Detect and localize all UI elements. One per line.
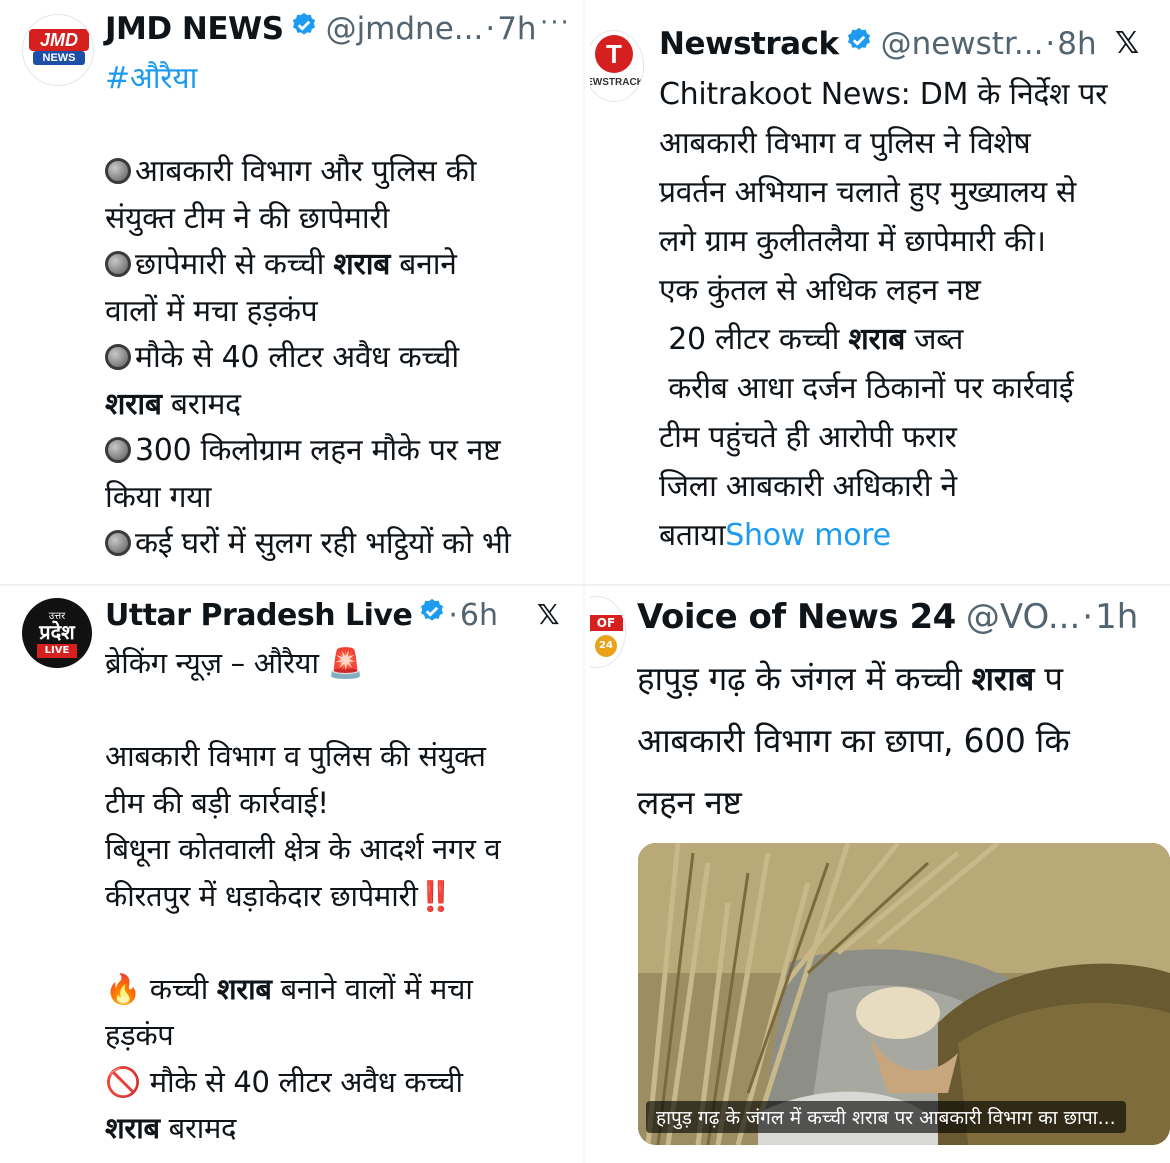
- panel-divider-horizontal: [0, 584, 1170, 586]
- raid-photo: [638, 843, 1170, 1145]
- prohibited-icon: 🚫: [105, 1064, 141, 1099]
- more-options-icon[interactable]: ···: [540, 8, 571, 38]
- text-line: 🚫 मौके से 40 लीटर अवैध कच्ची: [105, 1064, 463, 1099]
- text-line: करीब आधा दर्जन ठिकानों पर कार्रवाई: [659, 371, 1074, 406]
- tweet-jmd-news[interactable]: JMD NEWS JMD NEWS @jmdne... · 7h ··· #और…: [0, 0, 578, 580]
- text-line: बिधूना कोतवाली क्षेत्र के आदर्श नगर व: [105, 832, 501, 866]
- author-handle[interactable]: @newstr...: [881, 26, 1044, 62]
- avatar-uttar-pradesh-live[interactable]: उत्तर प्रदेश LIVE: [22, 598, 92, 668]
- show-more-link[interactable]: Show more: [725, 518, 891, 553]
- text-line: वालों में मचा हड़कंप: [105, 293, 318, 329]
- author-handle[interactable]: @jmdne...: [326, 11, 484, 47]
- text-line: कीरतपुर में धड़ाकेदार छापेमारी‼️: [105, 878, 454, 913]
- avatar-newstrack[interactable]: T EWSTRACK: [590, 30, 644, 102]
- text-line: बतायाShow more: [659, 518, 891, 553]
- tweet-header: Newstrack @newstr... · 8h: [659, 25, 1097, 63]
- text-line: 🔥 कच्ची शराब बनाने वालों में मचा: [105, 971, 473, 1006]
- text-line: टीम की बड़ी कार्रवाई!: [105, 785, 329, 820]
- text-line: छापेमारी से कच्ची शराब बनाने: [105, 242, 510, 289]
- post-time[interactable]: 7h: [497, 11, 536, 47]
- avatar-jmd-logo: JMD: [29, 29, 89, 51]
- grey-circle-icon: [105, 437, 131, 463]
- post-time[interactable]: 6h: [460, 598, 498, 633]
- avatar-newstrack-text: EWSTRACK: [590, 77, 644, 88]
- author-name[interactable]: Voice of News 24: [637, 597, 956, 637]
- separator-dot: ·: [1045, 26, 1056, 62]
- text-line: Chitrakoot News: DM के निर्देश पर: [659, 77, 1108, 112]
- text-line: 20 लीटर कच्ची शराब जब्त: [659, 322, 964, 357]
- post-time[interactable]: 1h: [1095, 597, 1138, 637]
- x-logo-icon[interactable]: 𝕏: [537, 598, 560, 631]
- author-name[interactable]: Uttar Pradesh Live: [105, 598, 413, 633]
- tweet-body: #औरैया आबकारी विभाग और पुलिस की संयुक्त …: [105, 56, 511, 568]
- text-line: कई घरों में सुलग रही भट्ठियों को भी: [105, 521, 511, 568]
- avatar-up-main: प्रदेश: [39, 620, 75, 644]
- text-line: आबकारी विभाग व पुलिस ने विशेष: [659, 126, 1031, 161]
- text-line: हापुड़ गढ़ के जंगल में कच्ची शराब प: [637, 659, 1063, 698]
- text-line: आबकारी विभाग और पुलिस की: [105, 149, 510, 196]
- tweet-header: JMD NEWS @jmdne... · 7h: [105, 10, 537, 48]
- text-line: टीम पहुंचते ही आरोपी फरार: [659, 420, 957, 455]
- author-handle[interactable]: @VO...: [966, 597, 1080, 637]
- grey-circle-icon: [105, 344, 131, 370]
- separator-dot: ·: [448, 597, 458, 633]
- post-time[interactable]: 8h: [1057, 26, 1096, 62]
- avatar-von-sub: 24: [595, 635, 617, 657]
- text-line: लगे ग्राम कुलीतलैया में छापेमारी की।: [659, 224, 1046, 259]
- grey-circle-icon: [105, 158, 131, 184]
- text-line: एक कुंतल से अधिक लहन नष्ट: [659, 273, 981, 308]
- tweet-body: Chitrakoot News: DM के निर्देश पर आबकारी…: [659, 70, 1107, 560]
- tweet-media-image[interactable]: हापुड़ गढ़ के जंगल में कच्ची शराब पर आबक…: [638, 843, 1170, 1145]
- tweet-newstrack[interactable]: T EWSTRACK Newstrack @newstr... · 8h 𝕏 C…: [590, 0, 1170, 572]
- tweet-header: Voice of News 24 @VO... · 1h: [637, 596, 1138, 638]
- text-line: शराब बरामद: [105, 1111, 237, 1145]
- text-line: मौके से 40 लीटर अवैध कच्ची: [105, 335, 510, 382]
- tweet-voice-of-news-24[interactable]: OF 24 Voice of News 24 @VO... · 1h हापुड…: [590, 580, 1170, 1163]
- media-caption: हापुड़ गढ़ के जंगल में कच्ची शराब पर आबक…: [646, 1101, 1126, 1133]
- verified-badge-icon: [418, 597, 446, 633]
- verified-badge-icon: [290, 11, 318, 47]
- text-line: 300 किलोग्राम लहन मौके पर नष्ट: [105, 428, 510, 475]
- x-logo-icon[interactable]: 𝕏: [1115, 26, 1139, 61]
- panel-divider-vertical: [583, 0, 585, 1163]
- text-line: शराब बरामद: [105, 386, 241, 422]
- tweet-header: Uttar Pradesh Live · 6h: [105, 596, 498, 634]
- double-exclamation-icon: ‼️: [417, 878, 454, 913]
- text-line: प्रवर्तन अभियान चलाते हुए मुख्यालय से: [659, 175, 1077, 210]
- grey-circle-icon: [105, 530, 131, 556]
- avatar-newstrack-logo: T: [595, 35, 633, 73]
- grey-circle-icon: [105, 251, 131, 277]
- tweet-body: ब्रेकिंग न्यूज़ – औरैया 🚨 आबकारी विभाग व…: [105, 640, 501, 1152]
- text-line: ब्रेकिंग न्यूज़ – औरैया 🚨: [105, 646, 364, 680]
- avatar-up-live: LIVE: [37, 644, 77, 658]
- tweet-uttar-pradesh-live[interactable]: उत्तर प्रदेश LIVE Uttar Pradesh Live · 6…: [0, 590, 578, 1163]
- author-name[interactable]: JMD NEWS: [105, 11, 284, 47]
- separator-dot: ·: [1082, 597, 1094, 637]
- tweet-body: हापुड़ गढ़ के जंगल में कच्ची शराब प आबका…: [637, 648, 1070, 834]
- text-line: लहन नष्ट: [637, 783, 742, 822]
- hashtag-link[interactable]: #औरैया: [105, 56, 510, 103]
- author-name[interactable]: Newstrack: [659, 26, 839, 62]
- text-line: आबकारी विभाग व पुलिस की संयुक्त: [105, 739, 486, 773]
- text-line: आबकारी विभाग का छापा, 600 कि: [637, 721, 1070, 760]
- text-line: किया गया: [105, 479, 212, 515]
- verified-badge-icon: [845, 26, 873, 62]
- avatar-jmd-news[interactable]: JMD NEWS: [22, 14, 94, 86]
- avatar-von-logo: OF: [590, 615, 623, 631]
- fire-icon: 🔥: [105, 971, 141, 1006]
- text-line: जिला आबकारी अधिकारी ने: [659, 469, 957, 504]
- text-line: हड़कंप: [105, 1018, 174, 1052]
- siren-icon: 🚨: [327, 646, 364, 680]
- separator-dot: ·: [485, 11, 496, 47]
- avatar-voice-of-news-24[interactable]: OF 24: [590, 596, 626, 668]
- text-line: संयुक्त टीम ने की छापेमारी: [105, 200, 390, 236]
- avatar-jmd-sub: NEWS: [33, 51, 85, 65]
